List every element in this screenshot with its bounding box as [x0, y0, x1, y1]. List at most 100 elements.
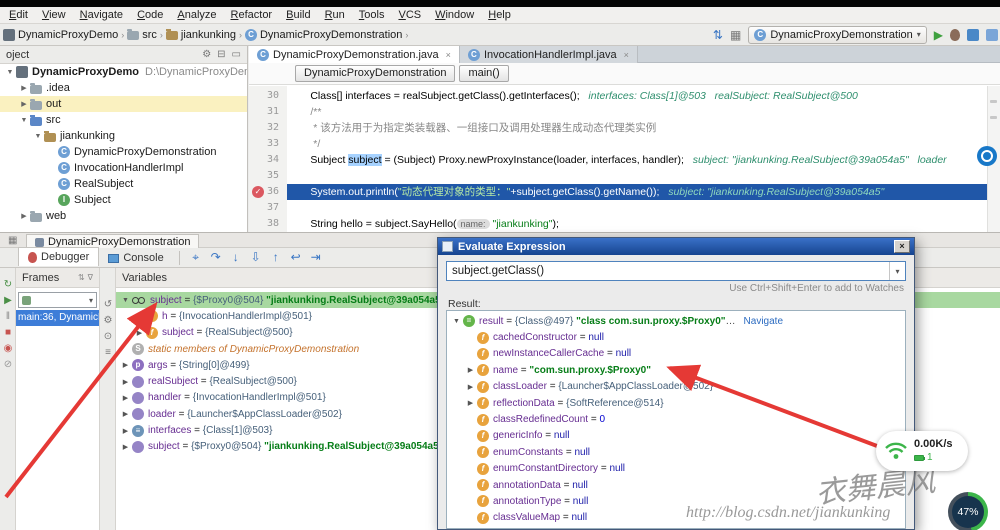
- restore-layout-icon[interactable]: ↺: [100, 299, 116, 310]
- project-tree-item[interactable]: C RealSubject: [0, 176, 247, 192]
- result-row[interactable]: f genericInfo = null: [447, 428, 905, 444]
- code-line[interactable]: 34 Subject subject = (Subject) Proxy.new…: [249, 152, 1000, 168]
- result-row[interactable]: ▶ f classLoader = {Launcher$AppClassLoader…: [447, 379, 905, 395]
- pin-icon[interactable]: ⊙: [100, 331, 116, 342]
- drop-frame-icon[interactable]: ↩: [286, 250, 306, 265]
- expand-arrow-icon[interactable]: ▶: [134, 329, 145, 337]
- expand-arrow-icon[interactable]: ▶: [18, 100, 30, 108]
- tab-console[interactable]: Console: [99, 249, 172, 268]
- project-structure-icon[interactable]: ▦: [730, 28, 741, 42]
- code-line[interactable]: 36 ✓ System.out.println("动态代理对象的类型："+subj…: [249, 184, 1000, 200]
- code-line[interactable]: 32 * 该方法用于为指定类装载器、一组接口及调用处理器生成动态代理类实例: [249, 120, 1000, 136]
- frame-item[interactable]: main:36, DynamicProx: [16, 310, 99, 326]
- filter-icon[interactable]: ∇: [88, 273, 93, 282]
- tool-window-icon[interactable]: ▦: [8, 235, 17, 246]
- editor-tab[interactable]: C DynamicProxyDemonstration.java ×: [249, 46, 460, 63]
- expand-arrow-icon[interactable]: ▶: [465, 366, 476, 374]
- breadcrumb-item[interactable]: jiankunking: [165, 29, 236, 41]
- expression-dropdown-icon[interactable]: ▾: [889, 262, 905, 280]
- thread-dump-icon[interactable]: ≡: [100, 347, 116, 358]
- run-config-select[interactable]: C DynamicProxyDemonstration ▾: [748, 25, 927, 44]
- expand-arrow-icon[interactable]: ▶: [120, 410, 131, 418]
- mute-breakpoints-icon[interactable]: ⊘: [0, 359, 16, 370]
- step-into-icon[interactable]: ↓: [226, 250, 246, 265]
- project-tree-item[interactable]: ▼ DynamicProxyDemo D:\DynamicProxyDemo: [0, 64, 247, 80]
- collapse-all-icon[interactable]: ⊟: [217, 49, 225, 60]
- hide-panel-icon[interactable]: ▭: [232, 49, 241, 60]
- menu-item-navigate[interactable]: Navigate: [73, 9, 130, 21]
- close-icon[interactable]: ×: [624, 50, 629, 60]
- code-line[interactable]: 37: [249, 200, 1000, 216]
- result-row[interactable]: f enumConstants = null: [447, 444, 905, 460]
- run-to-cursor-icon[interactable]: ⇥: [306, 250, 326, 265]
- view-breakpoints-icon[interactable]: ◉: [0, 343, 16, 354]
- project-tree-item[interactable]: ▶ out: [0, 96, 247, 112]
- menu-item-help[interactable]: Help: [481, 9, 518, 21]
- result-row[interactable]: ▼ = result = {Class@497} "class com.sun.pr…: [447, 313, 905, 329]
- project-tree-item[interactable]: I Subject: [0, 192, 247, 208]
- menu-item-build[interactable]: Build: [279, 9, 317, 21]
- expand-arrow-icon[interactable]: ▶: [120, 361, 131, 369]
- breadcrumb-item[interactable]: C DynamicProxyDemonstration: [244, 28, 402, 41]
- project-tree-item[interactable]: C InvocationHandlerImpl: [0, 160, 247, 176]
- dialog-title-bar[interactable]: Evaluate Expression ×: [438, 238, 914, 255]
- settings-gear-icon[interactable]: ⚙: [202, 49, 211, 60]
- menu-item-run[interactable]: Run: [318, 9, 352, 21]
- menu-item-refactor[interactable]: Refactor: [224, 9, 280, 21]
- code-line[interactable]: 38 String hello = subject.SayHello(name:…: [249, 216, 1000, 232]
- expand-arrow-icon[interactable]: ▶: [120, 394, 131, 402]
- menu-item-tools[interactable]: Tools: [352, 9, 392, 21]
- step-out-icon[interactable]: ↑: [266, 250, 286, 265]
- menu-item-vcs[interactable]: VCS: [391, 9, 428, 21]
- result-row[interactable]: f classRedefinedCount = 0: [447, 411, 905, 427]
- resume-icon[interactable]: ▶: [0, 295, 16, 306]
- code-editor[interactable]: 30 Class[] interfaces = realSubject.getC…: [249, 86, 1000, 232]
- expand-arrow-icon[interactable]: ▶: [465, 383, 476, 391]
- expand-arrow-icon[interactable]: ▼: [32, 133, 44, 140]
- project-tree-item[interactable]: ▼ jiankunking: [0, 128, 247, 144]
- debug-button[interactable]: [950, 28, 960, 41]
- expand-arrow-icon[interactable]: ▶: [134, 312, 145, 320]
- project-tree-item[interactable]: ▶ .idea: [0, 80, 247, 96]
- expand-arrow-icon[interactable]: ▶: [465, 399, 476, 407]
- close-icon[interactable]: ×: [894, 240, 910, 253]
- expand-arrow-icon[interactable]: ▶: [120, 427, 131, 435]
- navigate-link[interactable]: Navigate: [744, 316, 783, 327]
- settings-gear-icon[interactable]: ⚙: [100, 315, 116, 326]
- coverage-icon[interactable]: [967, 28, 979, 41]
- thread-selector[interactable]: ▾: [18, 292, 97, 308]
- pause-icon[interactable]: ‖: [0, 311, 16, 322]
- result-row[interactable]: ▶ f reflectionData = {SoftReference@514}: [447, 395, 905, 411]
- close-icon[interactable]: ×: [446, 50, 451, 60]
- menu-item-edit[interactable]: Edit: [2, 9, 35, 21]
- expand-arrow-icon[interactable]: ▶: [120, 443, 131, 451]
- result-row[interactable]: f newInstanceCallerCache = null: [447, 346, 905, 362]
- run-button[interactable]: ▶: [934, 28, 943, 42]
- breadcrumb-item[interactable]: DynamicProxyDemo: [3, 28, 118, 41]
- step-over-icon[interactable]: ↷: [206, 250, 226, 265]
- show-execution-point-icon[interactable]: ⌖: [186, 250, 206, 265]
- editor-breadcrumb-chip[interactable]: main(): [459, 65, 509, 82]
- breadcrumb-item[interactable]: src: [127, 29, 157, 41]
- expression-input[interactable]: subject.getClass() ▾: [446, 261, 906, 281]
- breakpoint-icon[interactable]: ✓: [252, 186, 264, 198]
- expand-arrow-icon[interactable]: ▶: [18, 84, 30, 92]
- expand-arrow-icon[interactable]: ▶: [18, 212, 30, 220]
- stop-icon[interactable]: ■: [0, 327, 16, 338]
- menu-item-view[interactable]: View: [35, 9, 73, 21]
- code-line[interactable]: 35: [249, 168, 1000, 184]
- project-tree-item[interactable]: C DynamicProxyDemonstration: [0, 144, 247, 160]
- menu-item-window[interactable]: Window: [428, 9, 481, 21]
- editor-tab[interactable]: C InvocationHandlerImpl.java ×: [459, 46, 638, 63]
- expand-arrow-icon[interactable]: ▶: [120, 378, 131, 386]
- result-row[interactable]: ▶ f name = "com.sun.proxy.$Proxy0": [447, 362, 905, 378]
- project-tree-item[interactable]: ▼ src: [0, 112, 247, 128]
- expand-arrow-icon[interactable]: ▼: [451, 318, 462, 325]
- menu-item-analyze[interactable]: Analyze: [170, 9, 223, 21]
- rerun-icon[interactable]: ↻: [0, 279, 16, 290]
- expand-arrow-icon[interactable]: ▼: [4, 69, 16, 76]
- update-project-icon[interactable]: ⇅: [713, 28, 723, 42]
- net-speed-widget[interactable]: 0.00K/s 1: [876, 431, 968, 471]
- settings-wheel-icon[interactable]: [977, 146, 997, 166]
- code-line[interactable]: 30 Class[] interfaces = realSubject.getC…: [249, 88, 1000, 104]
